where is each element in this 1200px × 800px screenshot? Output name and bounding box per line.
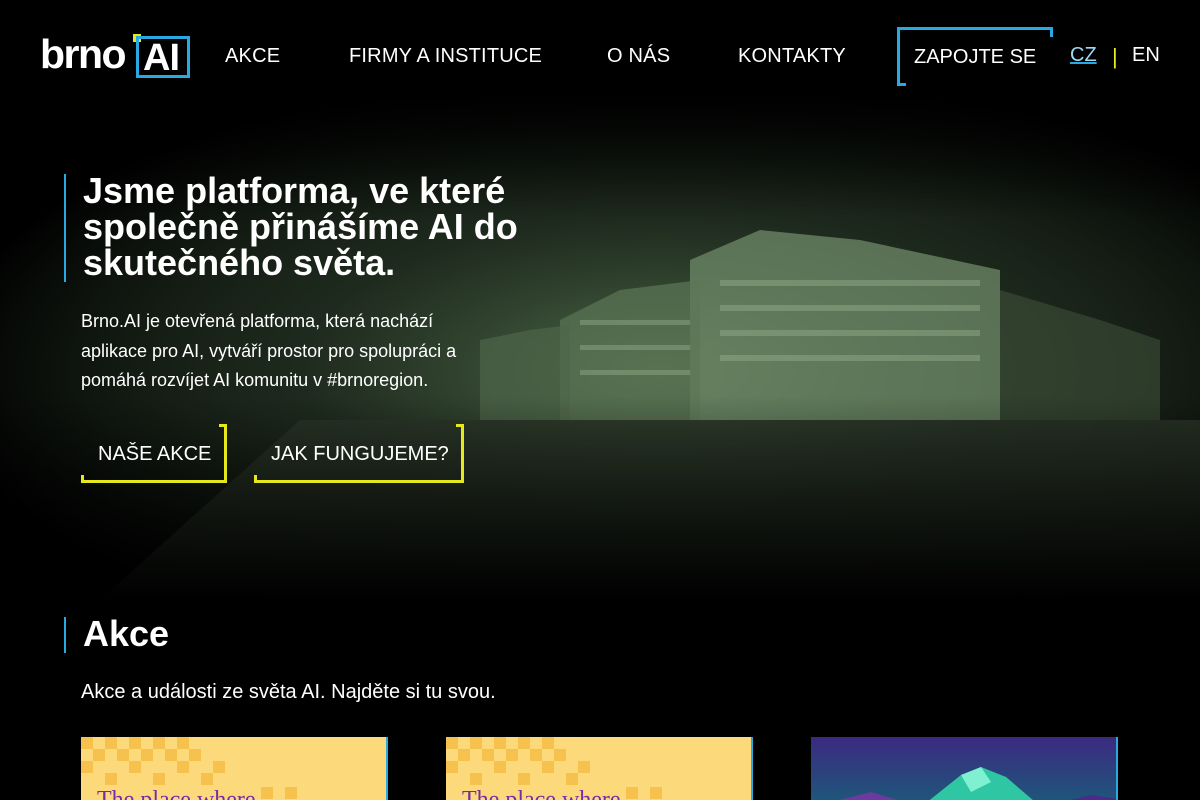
site-header: brno AI AKCE FIRMY A INSTITUCE O NÁS KON…	[0, 0, 1200, 110]
how-we-work-button-label: JAK FUNGUJEME?	[271, 443, 449, 465]
card-edge	[1116, 737, 1118, 800]
events-accent-line	[64, 617, 66, 653]
join-button-label: ZAPOJTE SE	[914, 46, 1037, 68]
join-button-border	[1050, 27, 1053, 37]
button-border	[456, 424, 464, 427]
nav-kontakty[interactable]: KONTAKTY	[738, 45, 846, 68]
events-title: Akce	[83, 613, 170, 654]
hero-title: Jsme platforma, ve které společně přináš…	[83, 170, 518, 283]
button-border	[254, 480, 464, 483]
join-button-border	[897, 27, 900, 86]
card-mountain-image	[811, 737, 1118, 800]
card-edge	[751, 737, 753, 800]
language-separator: |	[1112, 44, 1118, 69]
logo-ai-box: AI	[136, 36, 190, 79]
logo-ai-text: AI	[143, 37, 180, 79]
event-card-title: The place where	[97, 787, 256, 800]
language-cz[interactable]: CZ	[1070, 44, 1097, 67]
button-border	[219, 424, 227, 427]
events-subtitle: Akce a události ze světa AI. Najděte si …	[81, 681, 496, 703]
event-card-title: The place where	[462, 787, 621, 800]
nav-akce[interactable]: AKCE	[225, 45, 280, 68]
language-en[interactable]: EN	[1132, 44, 1160, 67]
hero-lead: Brno.AI je otevřená platforma, která nac…	[81, 311, 457, 390]
brno-ai-logo[interactable]: brno AI	[40, 34, 192, 80]
nav-firmy-a-instituce[interactable]: FIRMY A INSTITUCE	[349, 45, 542, 68]
nav-o-nas[interactable]: O NÁS	[607, 45, 670, 68]
our-events-button-label: NAŠE AKCE	[98, 443, 212, 465]
our-events-button[interactable]: NAŠE AKCE	[81, 424, 227, 483]
event-card[interactable]	[811, 737, 1118, 800]
button-border	[224, 424, 227, 483]
join-button[interactable]: ZAPOJTE SE	[897, 27, 1053, 86]
how-we-work-button[interactable]: JAK FUNGUJEME?	[254, 424, 464, 483]
event-card[interactable]: The place where	[446, 737, 753, 800]
button-border	[81, 480, 227, 483]
logo-text: brno	[40, 31, 127, 77]
join-button-border	[897, 27, 1053, 30]
card-edge	[386, 737, 388, 800]
join-button-border	[897, 83, 906, 86]
hero-accent-line	[64, 174, 66, 282]
event-card[interactable]: The place where	[81, 737, 388, 800]
button-border	[461, 424, 464, 483]
